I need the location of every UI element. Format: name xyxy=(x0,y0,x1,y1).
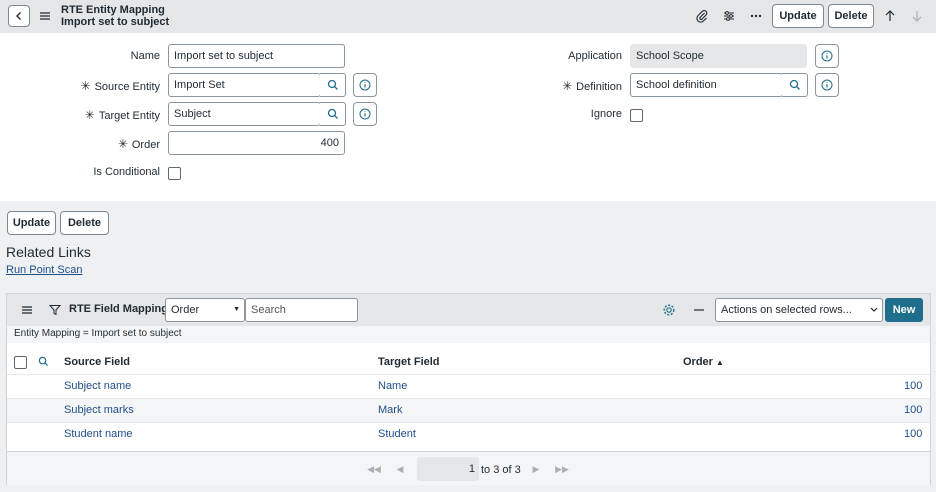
context-menu-icon[interactable] xyxy=(38,9,52,23)
required-indicator: ✳ xyxy=(117,137,128,151)
list-menu-icon[interactable] xyxy=(21,304,33,316)
required-indicator: ✳ xyxy=(84,108,95,122)
order-label-text: Order xyxy=(131,139,160,151)
attachment-icon[interactable] xyxy=(693,7,711,25)
target-entity-field[interactable]: Subject xyxy=(168,102,321,126)
source-entity-info-button[interactable] xyxy=(353,73,377,97)
order-value[interactable]: 100 xyxy=(904,404,922,416)
form-header: RTE Entity Mapping Import set to subject… xyxy=(0,0,936,33)
search-icon xyxy=(327,108,338,119)
related-links-title: Related Links xyxy=(6,244,91,260)
is-conditional-checkbox[interactable] xyxy=(168,167,181,180)
application-field: School Scope xyxy=(630,44,807,68)
is-conditional-label: Is Conditional xyxy=(93,166,160,178)
breadcrumb-filter[interactable]: Entity Mapping = Import set to subject xyxy=(7,326,930,343)
application-label: Application xyxy=(568,50,622,62)
source-field-link[interactable]: Student name xyxy=(64,428,133,440)
column-header-target-field[interactable]: Target Field xyxy=(378,356,440,368)
search-placeholder: Search xyxy=(251,304,286,316)
search-icon xyxy=(327,79,338,90)
required-indicator: ✳ xyxy=(562,79,573,93)
table-row: Student name Student 100 xyxy=(7,422,930,446)
related-list: RTE Field Mappings Order ▼ Search Action… xyxy=(6,293,931,485)
search-input[interactable]: Search xyxy=(245,298,358,322)
search-icon xyxy=(789,79,800,90)
definition-label: ✳ Definition xyxy=(502,79,622,93)
back-button[interactable] xyxy=(8,5,30,27)
collapse-icon[interactable] xyxy=(692,303,706,317)
source-field-link[interactable]: Subject marks xyxy=(64,404,134,416)
personalize-form-icon[interactable] xyxy=(720,7,738,25)
source-entity-label: ✳ Source Entity xyxy=(40,79,160,93)
search-field-value: Order xyxy=(171,304,200,316)
chevron-down-icon xyxy=(870,307,878,312)
select-all-checkbox[interactable] xyxy=(14,356,27,369)
related-list-title: RTE Field Mappings xyxy=(69,303,175,315)
header-update-button[interactable]: Update xyxy=(772,4,824,28)
column-header-source-field[interactable]: Source Field xyxy=(64,356,130,368)
info-icon xyxy=(359,79,371,91)
record-type-title: RTE Entity Mapping xyxy=(61,4,165,16)
first-page-icon[interactable]: ◀◀ xyxy=(367,463,381,475)
arrow-up-icon[interactable] xyxy=(881,7,899,25)
info-icon xyxy=(359,108,371,120)
gear-icon[interactable] xyxy=(662,303,676,317)
definition-label-text: Definition xyxy=(576,81,622,93)
required-indicator: ✳ xyxy=(80,79,91,93)
table-row: Subject name Name 100 xyxy=(7,374,930,398)
name-label: Name xyxy=(130,50,160,62)
last-page-icon[interactable]: ▶▶ xyxy=(555,463,569,475)
source-entity-label-text: Source Entity xyxy=(94,81,160,93)
name-field[interactable]: Import set to subject xyxy=(168,44,345,68)
record-name-title: Import set to subject xyxy=(61,16,170,28)
target-field-link[interactable]: Name xyxy=(378,380,407,392)
arrow-down-icon[interactable] xyxy=(908,7,926,25)
more-options-icon[interactable] xyxy=(747,7,765,25)
caret-down-icon: ▼ xyxy=(233,306,240,313)
target-field-link[interactable]: Student xyxy=(378,428,416,440)
target-entity-label: ✳ Target Entity xyxy=(40,108,160,122)
page-number-input[interactable]: 1 xyxy=(417,457,479,481)
ignore-checkbox[interactable] xyxy=(630,109,643,122)
column-header-order[interactable]: Order ▲ xyxy=(683,356,724,368)
run-point-scan-link[interactable]: Run Point Scan xyxy=(6,264,82,276)
previous-page-icon[interactable]: ◀ xyxy=(393,463,407,475)
definition-info-button[interactable] xyxy=(815,73,839,97)
record-form: Name Import set to subject ✳ Source Entit… xyxy=(0,33,936,201)
actions-select-value: Actions on selected rows... xyxy=(721,304,852,316)
target-entity-label-text: Target Entity xyxy=(98,110,160,122)
definition-field[interactable]: School definition xyxy=(630,73,783,97)
table-row: Subject marks Mark 100 xyxy=(7,398,930,422)
delete-button[interactable]: Delete xyxy=(60,211,109,235)
order-label: ✳ Order xyxy=(40,137,160,151)
new-button[interactable]: New xyxy=(885,298,923,322)
target-field-link[interactable]: Mark xyxy=(378,404,402,416)
application-info-button[interactable] xyxy=(815,44,839,68)
filter-icon[interactable] xyxy=(49,304,61,316)
column-header-order-label: Order xyxy=(683,356,713,368)
source-entity-field[interactable]: Import Set xyxy=(168,73,321,97)
ignore-label: Ignore xyxy=(590,108,622,120)
sort-ascending-icon: ▲ xyxy=(716,358,724,367)
order-field[interactable]: 400 xyxy=(168,131,345,155)
related-list-toolbar: RTE Field Mappings Order ▼ Search Action… xyxy=(7,294,930,326)
info-icon xyxy=(821,50,833,62)
page-total: to 3 of 3 xyxy=(481,464,521,476)
info-icon xyxy=(821,79,833,91)
update-button[interactable]: Update xyxy=(7,211,56,235)
pagination-bar: ◀◀ ◀ 1 to 3 of 3 ▶ ▶▶ xyxy=(7,451,930,485)
actions-select[interactable]: Actions on selected rows... xyxy=(715,298,883,322)
target-entity-lookup-button[interactable] xyxy=(320,102,346,126)
order-value[interactable]: 100 xyxy=(904,380,922,392)
source-entity-lookup-button[interactable] xyxy=(320,73,346,97)
header-delete-button[interactable]: Delete xyxy=(828,4,874,28)
source-field-link[interactable]: Subject name xyxy=(64,380,131,392)
chevron-left-icon xyxy=(16,12,21,20)
next-page-icon[interactable]: ▶ xyxy=(529,463,543,475)
search-icon[interactable] xyxy=(38,356,49,367)
order-value[interactable]: 100 xyxy=(904,428,922,440)
definition-lookup-button[interactable] xyxy=(782,73,808,97)
target-entity-info-button[interactable] xyxy=(353,102,377,126)
search-field-select[interactable]: Order ▼ xyxy=(165,298,245,322)
